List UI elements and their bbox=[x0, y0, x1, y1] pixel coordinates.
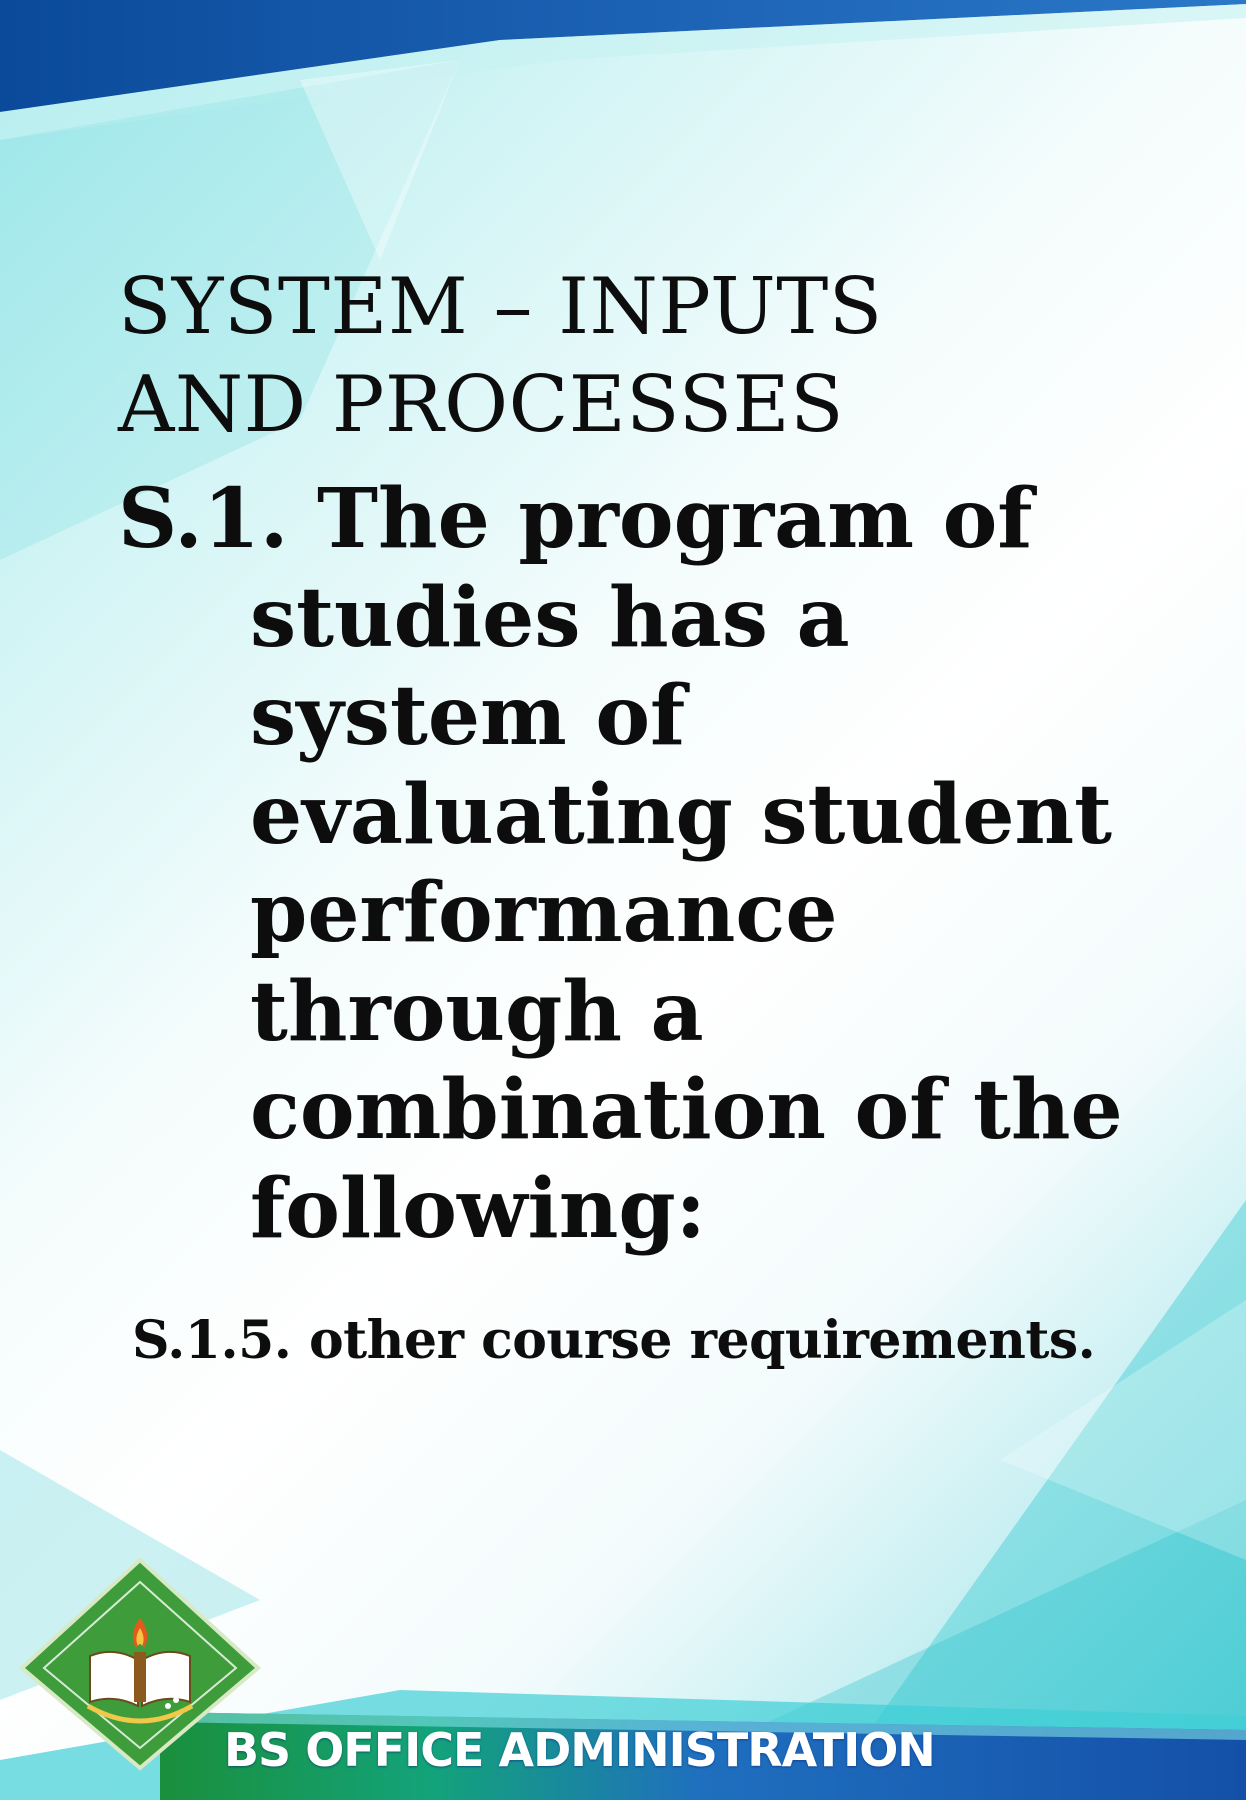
criterion-line: performance bbox=[250, 865, 838, 961]
criterion-line: studies has a bbox=[250, 569, 850, 666]
sub-item-s1-5: S.1.5. other course requirements. bbox=[132, 1310, 1096, 1371]
title-line-2: AND PROCESSES bbox=[118, 360, 845, 450]
criterion-line-1: The program of bbox=[317, 471, 1033, 567]
criterion-number: S.1. bbox=[118, 471, 289, 567]
title-line-1: SYSTEM – INPUTS bbox=[118, 262, 883, 352]
criterion-line: through a bbox=[250, 963, 704, 1060]
slide-title: SYSTEM – INPUTS AND PROCESSES bbox=[118, 258, 1178, 454]
criterion-line: combination of the bbox=[250, 1062, 1123, 1158]
criterion-line: system of bbox=[250, 668, 686, 764]
criterion-s1: S.1. The program of studies has a system… bbox=[118, 470, 1218, 1258]
program-name-label: BS OFFICE ADMINISTRATION bbox=[224, 1723, 936, 1777]
criterion-line: following: bbox=[250, 1160, 706, 1257]
criterion-line: evaluating student bbox=[250, 766, 1113, 863]
criterion-first-line: S.1. The program of bbox=[118, 470, 1218, 569]
